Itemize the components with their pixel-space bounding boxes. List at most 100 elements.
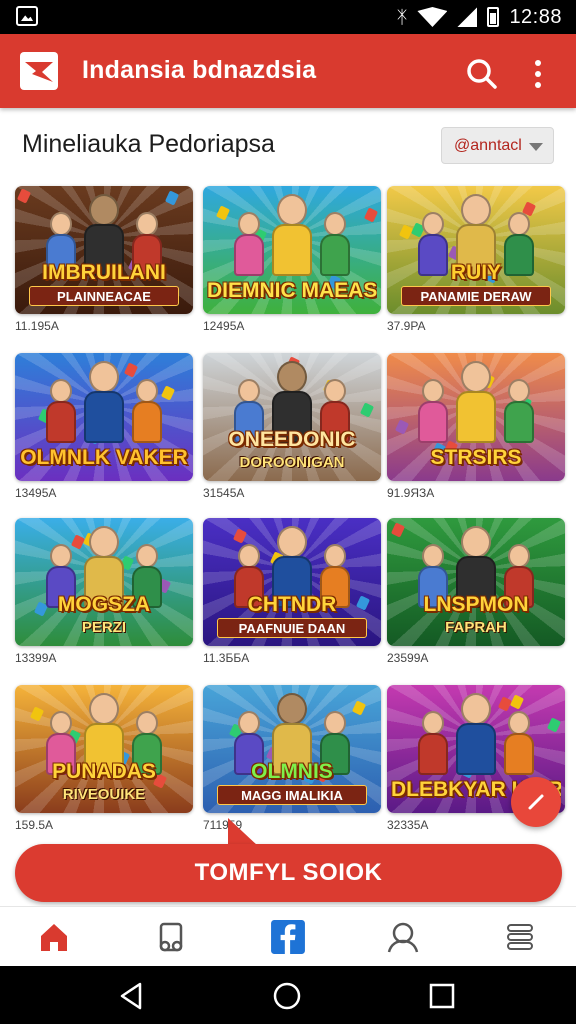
nav-library[interactable] bbox=[149, 915, 193, 959]
library-icon bbox=[159, 922, 183, 952]
character-head bbox=[422, 212, 444, 236]
status-bar: ᛡ 12:88 bbox=[0, 0, 576, 34]
character-head bbox=[89, 526, 119, 558]
game-meta: 31545A bbox=[203, 486, 245, 500]
character-head bbox=[508, 544, 530, 568]
character-head bbox=[277, 361, 307, 393]
character-head bbox=[324, 379, 346, 403]
app-logo-icon[interactable] bbox=[20, 52, 58, 90]
character-body bbox=[272, 224, 312, 276]
character-figure bbox=[44, 379, 78, 443]
game-thumbnail[interactable]: PUNADAS RIVEOUIKE bbox=[15, 685, 193, 813]
back-icon[interactable] bbox=[116, 980, 148, 1012]
game-thumbnail[interactable]: DIEMNIC MAEAS bbox=[203, 186, 381, 314]
game-card[interactable]: ONEEDONIC DOROONIGAN 31545A bbox=[203, 353, 381, 502]
status-time: 12:88 bbox=[509, 5, 562, 28]
game-card[interactable]: MOGSZA PERZI 13399A bbox=[15, 518, 193, 667]
character-group bbox=[387, 361, 565, 443]
character-head bbox=[277, 526, 307, 558]
game-title-art: OLMNIS bbox=[251, 761, 333, 783]
game-meta: 13399A bbox=[15, 651, 57, 665]
game-card[interactable]: DIEMNIC MAEAS 12495A bbox=[203, 186, 381, 335]
character-body bbox=[418, 733, 448, 775]
game-thumbnail[interactable]: IMBRUILANI PLAINNEACAE bbox=[15, 186, 193, 314]
game-thumbnail[interactable]: ONEEDONIC DOROONIGAN bbox=[203, 353, 381, 481]
edit-fab[interactable] bbox=[511, 777, 561, 827]
home-circle-icon[interactable] bbox=[271, 980, 303, 1012]
game-title-art: CHTNDR bbox=[247, 594, 337, 616]
character-head bbox=[508, 379, 530, 403]
nav-menu[interactable] bbox=[498, 915, 542, 959]
character-head bbox=[50, 212, 72, 236]
character-figure bbox=[502, 711, 536, 775]
character-body bbox=[504, 733, 534, 775]
sort-dropdown-value: @anntacl bbox=[454, 136, 522, 154]
character-head bbox=[238, 544, 260, 568]
game-card[interactable]: OLMNLK VAKER 13495A bbox=[15, 353, 193, 502]
game-thumbnail[interactable]: RUIY PANAMIE DERAW bbox=[387, 186, 565, 314]
character-head bbox=[461, 194, 491, 226]
character-head bbox=[277, 194, 307, 226]
primary-action-button[interactable]: TOMFYL SOIOK bbox=[15, 844, 562, 902]
game-meta: 37.9PA bbox=[387, 319, 426, 333]
character-figure bbox=[318, 212, 352, 276]
character-head bbox=[422, 379, 444, 403]
character-head bbox=[238, 711, 260, 735]
character-head bbox=[136, 711, 158, 735]
game-title-art: LNSPMON bbox=[423, 594, 529, 616]
search-icon[interactable] bbox=[462, 54, 502, 94]
character-head bbox=[324, 711, 346, 735]
game-thumbnail[interactable]: OLMNLK VAKER bbox=[15, 353, 193, 481]
recents-icon[interactable] bbox=[426, 980, 458, 1012]
character-body bbox=[132, 401, 162, 443]
game-title-art: DIEMNIC MAEAS bbox=[207, 280, 377, 302]
game-thumbnail[interactable]: STRSIRS bbox=[387, 353, 565, 481]
character-body bbox=[84, 391, 124, 443]
character-head bbox=[89, 693, 119, 725]
game-thumbnail[interactable]: MOGSZA PERZI bbox=[15, 518, 193, 646]
character-head bbox=[89, 361, 119, 393]
game-card[interactable]: LNSPMON FAPRAH 23599A bbox=[387, 518, 565, 667]
character-head bbox=[50, 379, 72, 403]
game-meta: 159.5A bbox=[15, 818, 54, 832]
system-nav-bar bbox=[0, 966, 576, 1024]
character-head bbox=[238, 379, 260, 403]
game-card[interactable]: IMBRUILANI PLAINNEACAE 11.195A bbox=[15, 186, 193, 335]
character-head bbox=[50, 711, 72, 735]
game-subtitle-art: PANAMIE DERAW bbox=[401, 286, 551, 306]
game-title-art: STRSIRS bbox=[430, 447, 522, 469]
game-subtitle-art: DOROONIGAN bbox=[239, 454, 345, 471]
character-head bbox=[136, 544, 158, 568]
character-body bbox=[456, 723, 496, 775]
character-figure bbox=[232, 212, 266, 276]
sort-dropdown[interactable]: @anntacl bbox=[441, 127, 554, 164]
game-thumbnail[interactable]: LNSPMON FAPRAH bbox=[387, 518, 565, 646]
character-body bbox=[456, 391, 496, 443]
game-thumbnail[interactable]: OLMNIS MAGG IMALIKIA bbox=[203, 685, 381, 813]
game-card[interactable]: OLMNIS MAGG IMALIKIA 711959 bbox=[203, 685, 381, 834]
character-group bbox=[15, 361, 193, 443]
nav-profile[interactable] bbox=[381, 915, 425, 959]
game-grid: IMBRUILANI PLAINNEACAE 11.195A DIEMNIC MAEA… bbox=[15, 186, 565, 836]
game-card[interactable]: CHTNDR PAAFNUIE DAAN 11.3ББA bbox=[203, 518, 381, 667]
bluetooth-icon: ᛡ bbox=[396, 6, 408, 27]
character-body bbox=[46, 401, 76, 443]
game-card[interactable]: PUNADAS RIVEOUIKE 159.5A bbox=[15, 685, 193, 834]
nav-facebook[interactable] bbox=[266, 915, 310, 959]
nav-home[interactable] bbox=[32, 915, 76, 959]
game-card[interactable]: STRSIRS 91.9ЯЗA bbox=[387, 353, 565, 502]
game-thumbnail[interactable]: CHTNDR PAAFNUIE DAAN bbox=[203, 518, 381, 646]
overflow-menu-icon[interactable] bbox=[524, 54, 552, 94]
character-head bbox=[136, 212, 158, 236]
app-bar: Indansia bdnazdsia bbox=[0, 34, 576, 108]
character-head bbox=[508, 711, 530, 735]
game-meta: 13495A bbox=[15, 486, 57, 500]
character-head bbox=[508, 212, 530, 236]
character-body bbox=[320, 234, 350, 276]
character-figure bbox=[502, 379, 536, 443]
app-title: Indansia bdnazdsia bbox=[82, 56, 317, 84]
character-figure bbox=[130, 379, 164, 443]
signal-icon bbox=[457, 7, 478, 27]
character-head bbox=[422, 711, 444, 735]
game-card[interactable]: RUIY PANAMIE DERAW 37.9PA bbox=[387, 186, 565, 335]
